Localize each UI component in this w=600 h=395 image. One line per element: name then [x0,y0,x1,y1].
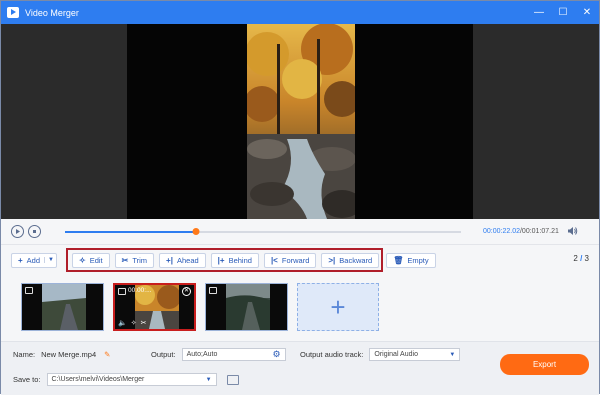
stop-icon [33,230,36,233]
output-settings-panel: Name: New Merge.mp4 ✎ Output: Auto;Auto … [1,341,599,395]
forward-label: Forward [281,255,310,265]
progress-slider[interactable] [65,227,461,235]
minimize-button[interactable]: — [527,1,551,24]
output-label: Output: [151,350,176,359]
window-title: Video Merger [25,7,79,18]
behind-label: Behind [228,255,252,265]
play-icon [16,229,20,234]
magic-wand-icon[interactable]: ✧ [131,319,137,327]
edit-button[interactable]: ✧ Edit [71,252,110,268]
name-row: Name: New Merge.mp4 ✎ [13,350,110,359]
film-icon [118,288,126,295]
scissors-icon: ✂ [121,255,129,265]
current-page: 2 [573,254,578,263]
add-button[interactable]: + Add ▼ [11,252,57,268]
insert-behind-icon: |+ [217,255,225,265]
audio-track-select[interactable]: Original Audio ▼ [369,348,461,361]
trash-icon: 🗑 [393,255,404,265]
backward-button[interactable]: >| Backward [321,252,380,268]
folder-icon[interactable] [226,374,239,385]
pencil-edit-icon[interactable]: ✎ [104,350,110,359]
save-to-row: Save to: C:\Users\melvi\Videos\Merger ▼ [13,373,239,386]
clip-duration: 00:00:... [128,287,152,294]
clip-pager: 2 / 3 [573,254,589,263]
edit-label: Edit [89,255,103,265]
export-button[interactable]: Export [500,354,589,375]
progress-fill [65,230,196,233]
forward-button[interactable]: |< Forward [263,252,317,268]
clip-1-image [42,284,86,330]
audio-track-label: Output audio track: [300,350,364,359]
remove-clip-icon[interactable]: ✕ [182,287,191,296]
file-name: New Merge.mp4 [41,350,97,359]
film-icon [209,287,217,294]
playback-controls: 00:00:22.02/00:01:07.21 [1,219,599,245]
chevron-down-icon[interactable]: ▼ [44,257,54,263]
backward-label: Backward [339,255,373,265]
save-path-value: C:\Users\melvi\Videos\Merger [51,376,145,383]
video-preview-image [247,24,355,219]
play-button[interactable] [11,225,24,238]
video-preview [1,24,599,219]
add-label: Add [26,255,41,265]
save-path-select[interactable]: C:\Users\melvi\Videos\Merger ▼ [46,373,217,386]
clip-tools: 🔈 ✧ ✂ [118,319,146,327]
ahead-button[interactable]: +| Ahead [159,252,206,268]
highlighted-tool-group: ✧ Edit ✂ Trim +| Ahead |+ Behind |< Forw… [65,248,384,272]
plus-icon: + [18,255,23,265]
clip-thumbnail-2[interactable]: 00:00:... ✕ 🔈 ✧ ✂ [113,283,196,331]
move-backward-icon: >| [328,255,336,265]
progress-handle[interactable] [192,227,200,235]
output-row: Output: Auto;Auto ⚙ [151,348,286,361]
trim-button[interactable]: ✂ Trim [114,252,155,268]
audio-track-row: Output audio track: Original Audio ▼ [300,348,461,361]
maximize-button[interactable]: ☐ [551,1,575,24]
output-format-value: Auto;Auto [186,351,218,358]
gear-icon[interactable]: ⚙ [273,349,281,360]
magic-wand-icon: ✧ [78,255,86,265]
app-logo-icon [7,7,19,18]
save-to-label: Save to: [13,375,41,384]
clip-timeline: 00:00:... ✕ 🔈 ✧ ✂ + [1,275,599,339]
plus-icon: + [330,291,346,322]
move-forward-icon: |< [270,255,278,265]
scissors-icon[interactable]: ✂ [141,319,147,327]
empty-label: Empty [407,255,429,265]
chevron-down-icon: ▼ [205,376,212,383]
title-bar: Video Merger — ☐ ✕ [1,1,599,24]
current-time: 00:00:22.02 [483,228,520,235]
chevron-down-icon: ▼ [449,351,456,358]
audio-icon[interactable]: 🔈 [118,319,127,327]
time-display: 00:00:22.02/00:01:07.21 [483,228,559,235]
empty-button[interactable]: 🗑 Empty [386,252,436,268]
close-button[interactable]: ✕ [575,1,599,24]
insert-ahead-icon: +| [166,255,173,265]
output-format-field[interactable]: Auto;Auto ⚙ [181,348,286,361]
clip-3-image [226,284,270,330]
audio-track-value: Original Audio [374,351,418,358]
edit-toolbar: + Add ▼ ✧ Edit ✂ Trim +| Ahead |+ Behind… [1,245,599,275]
page-separator: / [580,254,583,263]
total-time: /00:01:07.21 [519,228,559,235]
ahead-label: Ahead [176,255,199,265]
trim-label: Trim [132,255,148,265]
add-clip-button[interactable]: + [297,283,379,331]
video-frame [127,24,473,219]
video-merger-window: Video Merger — ☐ ✕ 00:00:22.02/00:01:07.… [0,0,600,395]
film-icon [25,287,33,294]
name-label: Name: [13,350,36,359]
stop-button[interactable] [28,225,41,238]
clip-thumbnail-1[interactable] [21,283,104,331]
clip-thumbnail-3[interactable] [205,283,288,331]
total-pages: 3 [584,254,589,263]
behind-button[interactable]: |+ Behind [210,252,259,268]
volume-icon[interactable] [567,226,578,238]
